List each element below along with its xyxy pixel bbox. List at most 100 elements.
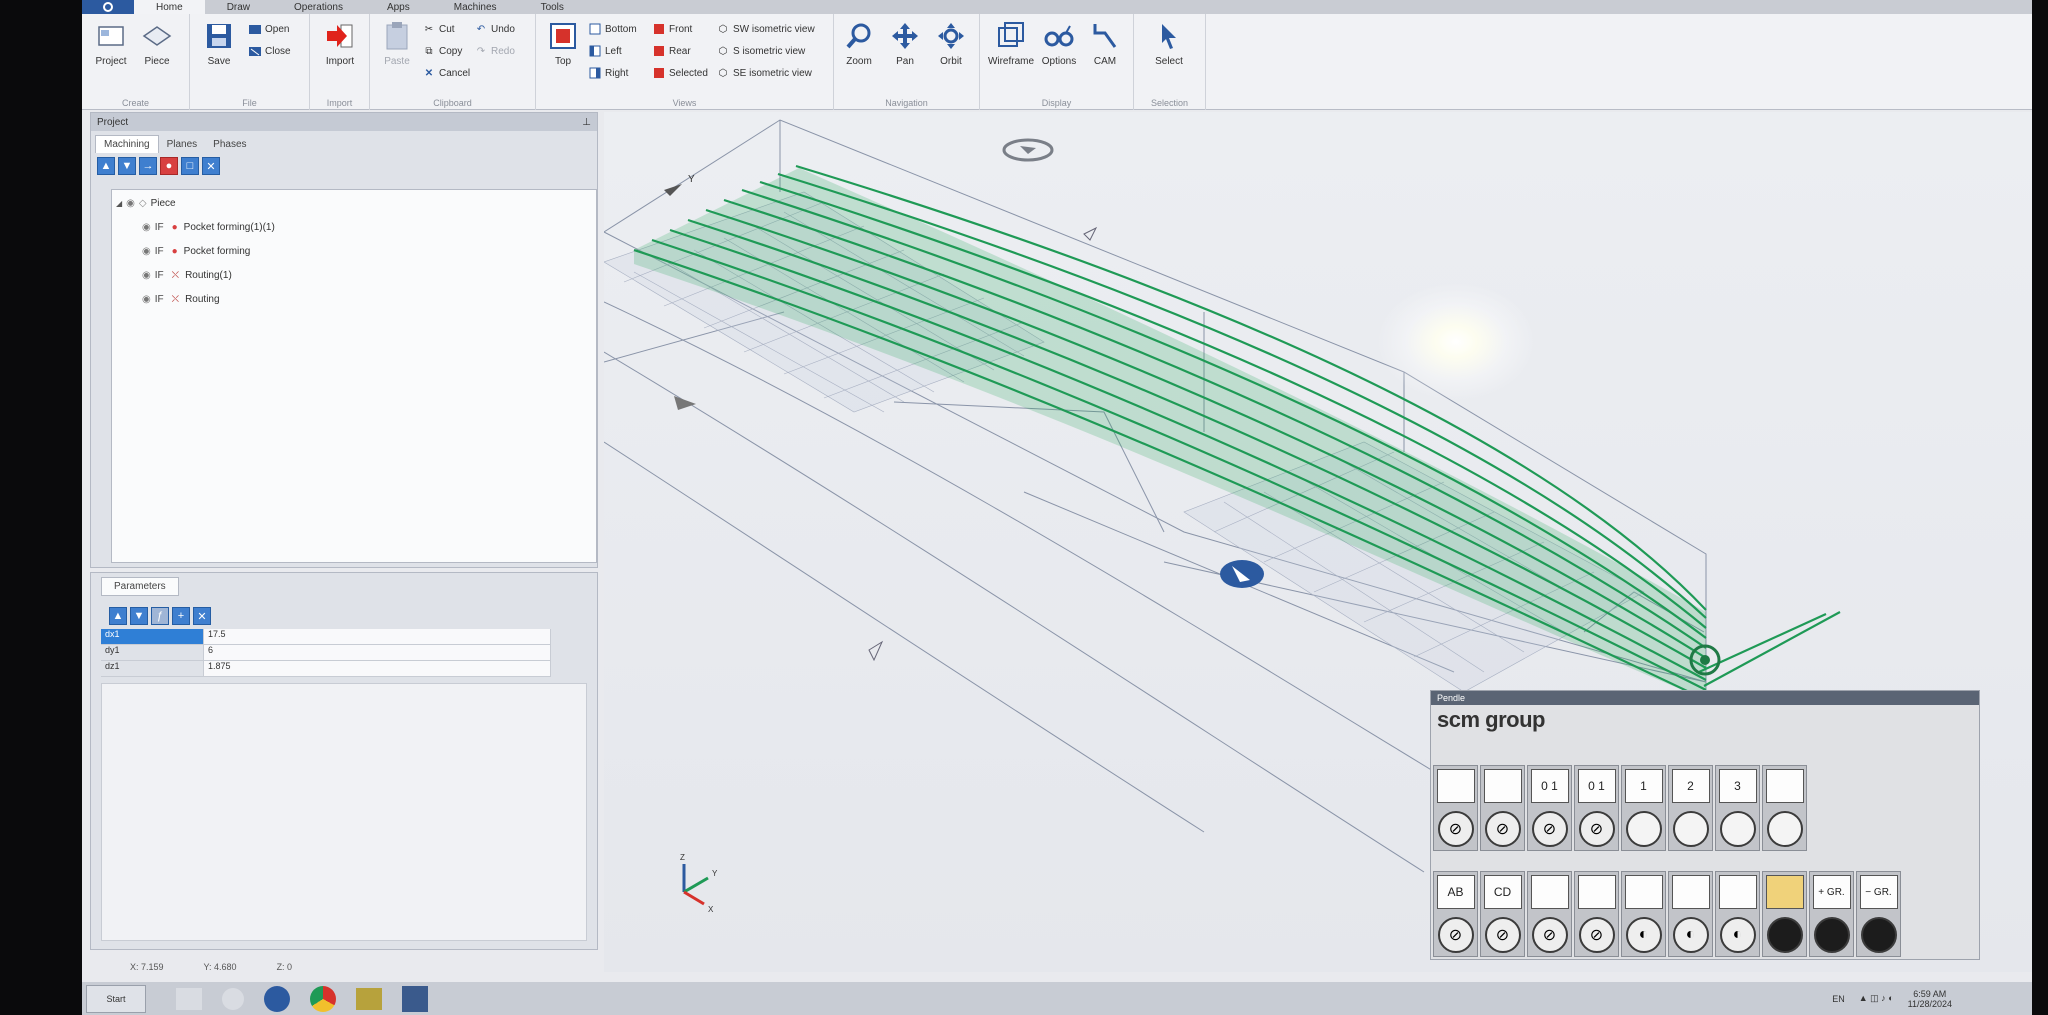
view-se-iso-button[interactable]: ⬡ SE isometric view bbox=[716, 64, 812, 82]
selector-knob-icon[interactable]: ◐ bbox=[1625, 917, 1662, 953]
tab-operations[interactable]: Operations bbox=[272, 0, 365, 14]
pendant-key-gr-plus[interactable]: + GR. bbox=[1809, 871, 1854, 957]
pendant-key-cd[interactable]: CD ⊘ bbox=[1480, 871, 1525, 957]
tree-item-routing[interactable]: ◉ IF ⛌ Routing bbox=[142, 290, 220, 308]
pendant-key-lock[interactable] bbox=[1762, 871, 1807, 957]
view-left-button[interactable]: Left bbox=[588, 42, 622, 60]
tree-item-piece[interactable]: ◢ ◉ ◇ Piece bbox=[116, 194, 176, 212]
zoom-button[interactable]: Zoom bbox=[836, 20, 882, 84]
selector-knob-icon[interactable]: ⊘ bbox=[1484, 811, 1521, 847]
disable-icon[interactable]: ● bbox=[160, 157, 178, 175]
paste-button[interactable]: Paste bbox=[374, 20, 420, 84]
pushbutton-icon[interactable] bbox=[1766, 811, 1803, 847]
media-player-icon[interactable] bbox=[222, 987, 244, 1010]
parameters-tab[interactable]: Parameters bbox=[101, 577, 179, 596]
language-indicator[interactable]: EN bbox=[1832, 994, 1845, 1004]
move-up-icon[interactable]: ▲ bbox=[97, 157, 115, 175]
properties-icon[interactable]: □ bbox=[181, 157, 199, 175]
indent-icon[interactable]: → bbox=[139, 157, 157, 175]
close-button[interactable]: Close bbox=[248, 42, 291, 60]
tree-item-routing-1[interactable]: ◉ IF ⛌ Routing(1) bbox=[142, 266, 232, 284]
tab-home[interactable]: Home bbox=[134, 0, 205, 14]
file-tab[interactable] bbox=[82, 0, 134, 14]
pin-icon[interactable]: ⊥ bbox=[582, 117, 591, 128]
options-button[interactable]: Options bbox=[1036, 20, 1082, 84]
pendant-key-table[interactable]: ⊘ bbox=[1480, 765, 1525, 851]
select-button[interactable]: Select bbox=[1146, 20, 1192, 84]
tab-draw[interactable]: Draw bbox=[205, 0, 272, 14]
eye-icon[interactable]: ◉ bbox=[126, 198, 135, 209]
selector-knob-icon[interactable]: ⊘ bbox=[1531, 811, 1568, 847]
copy-button[interactable]: ⧉ Copy bbox=[422, 42, 462, 60]
chrome-icon[interactable] bbox=[310, 985, 336, 1012]
tab-machines[interactable]: Machines bbox=[432, 0, 519, 14]
tab-apps[interactable]: Apps bbox=[365, 0, 432, 14]
pushbutton-icon[interactable] bbox=[1860, 917, 1897, 953]
pushbutton-icon[interactable] bbox=[1813, 917, 1850, 953]
delete-icon[interactable]: ✕ bbox=[202, 157, 220, 175]
import-button[interactable]: Import bbox=[317, 20, 363, 84]
open-button[interactable]: Open bbox=[248, 20, 289, 38]
move-down-icon[interactable]: ▼ bbox=[130, 607, 148, 625]
pendant-key-clamp-2[interactable]: 0 1 ⊘ bbox=[1574, 765, 1619, 851]
subtab-machining[interactable]: Machining bbox=[95, 135, 159, 153]
scm-app-icon[interactable] bbox=[264, 985, 290, 1012]
network-app-icon[interactable] bbox=[402, 985, 428, 1012]
wireframe-button[interactable]: Wireframe bbox=[988, 20, 1034, 84]
selector-knob-icon[interactable]: ⊘ bbox=[1437, 917, 1474, 953]
formula-icon[interactable]: ƒ bbox=[151, 607, 169, 625]
pendant-key-disabled[interactable]: ◐ bbox=[1715, 871, 1760, 957]
selector-knob-icon[interactable]: ⊘ bbox=[1484, 917, 1521, 953]
selector-knob-icon[interactable]: ◐ bbox=[1719, 917, 1756, 953]
selector-knob-icon[interactable]: ⊘ bbox=[1578, 917, 1615, 953]
pushbutton-icon[interactable] bbox=[1766, 917, 1803, 953]
cam-button[interactable]: CAM bbox=[1082, 20, 1128, 84]
collapse-icon[interactable]: ◢ bbox=[116, 199, 122, 208]
eye-icon[interactable]: ◉ bbox=[142, 246, 151, 257]
orbit-button[interactable]: Orbit bbox=[928, 20, 974, 84]
project-button[interactable]: Project bbox=[88, 20, 134, 84]
taskbar-app-icon[interactable] bbox=[176, 987, 202, 1010]
pendant-key-gr-minus[interactable]: − GR. bbox=[1856, 871, 1901, 957]
cancel-button[interactable]: ✕ Cancel bbox=[422, 64, 470, 82]
pendant-key-tool[interactable] bbox=[1762, 765, 1807, 851]
pendant-key-ab[interactable]: AB ⊘ bbox=[1433, 871, 1478, 957]
view-sw-iso-button[interactable]: ⬡ SW isometric view bbox=[716, 20, 815, 38]
param-row[interactable]: dx1 17.5 bbox=[101, 629, 551, 645]
redo-button[interactable]: ↷ Redo bbox=[474, 42, 515, 60]
eye-icon[interactable]: ◉ bbox=[142, 294, 151, 305]
view-top-button[interactable]: Top bbox=[540, 20, 586, 84]
move-down-icon[interactable]: ▼ bbox=[118, 157, 136, 175]
subtab-phases[interactable]: Phases bbox=[205, 136, 254, 153]
pushbutton-icon[interactable] bbox=[1719, 811, 1756, 847]
view-right-button[interactable]: Right bbox=[588, 64, 628, 82]
view-bottom-button[interactable]: Bottom bbox=[588, 20, 637, 38]
save-button[interactable]: Save bbox=[196, 20, 242, 84]
subtab-planes[interactable]: Planes bbox=[159, 136, 206, 153]
tab-tools[interactable]: Tools bbox=[519, 0, 586, 14]
tools-app-icon[interactable] bbox=[356, 987, 382, 1010]
selector-knob-icon[interactable]: ⊘ bbox=[1437, 811, 1474, 847]
selector-knob-icon[interactable]: ⊘ bbox=[1531, 917, 1568, 953]
param-row[interactable]: dy1 6 bbox=[101, 645, 551, 661]
pendant-key-vacuum-1[interactable]: ⊘ bbox=[1527, 871, 1572, 957]
pendant-key-stop-2[interactable]: ◐ bbox=[1668, 871, 1713, 957]
delete-parameter-icon[interactable]: ✕ bbox=[193, 607, 211, 625]
pendant-key-cycle[interactable]: ⊘ bbox=[1433, 765, 1478, 851]
add-parameter-icon[interactable]: + bbox=[172, 607, 190, 625]
start-button[interactable]: Start bbox=[86, 984, 146, 1013]
piece-button[interactable]: Piece bbox=[134, 20, 180, 84]
move-up-icon[interactable]: ▲ bbox=[109, 607, 127, 625]
cut-button[interactable]: ✂ Cut bbox=[422, 20, 455, 38]
pendant-key-3[interactable]: 3 bbox=[1715, 765, 1760, 851]
tray-icons[interactable]: ▲ ◫ ♪ ◐ bbox=[1859, 993, 1894, 1004]
clock[interactable]: 6:59 AM 11/28/2024 bbox=[1908, 989, 1952, 1009]
eye-icon[interactable]: ◉ bbox=[142, 222, 151, 233]
pendant-key-vacuum-2[interactable]: ⊘ bbox=[1574, 871, 1619, 957]
pendant-key-stop-1[interactable]: ◐ bbox=[1621, 871, 1666, 957]
pendant-key-1[interactable]: 1 bbox=[1621, 765, 1666, 851]
eye-icon[interactable]: ◉ bbox=[142, 270, 151, 281]
pendant-key-clamp-1[interactable]: 0 1 ⊘ bbox=[1527, 765, 1572, 851]
undo-button[interactable]: ↶ Undo bbox=[474, 20, 515, 38]
view-front-button[interactable]: Front bbox=[652, 20, 692, 38]
